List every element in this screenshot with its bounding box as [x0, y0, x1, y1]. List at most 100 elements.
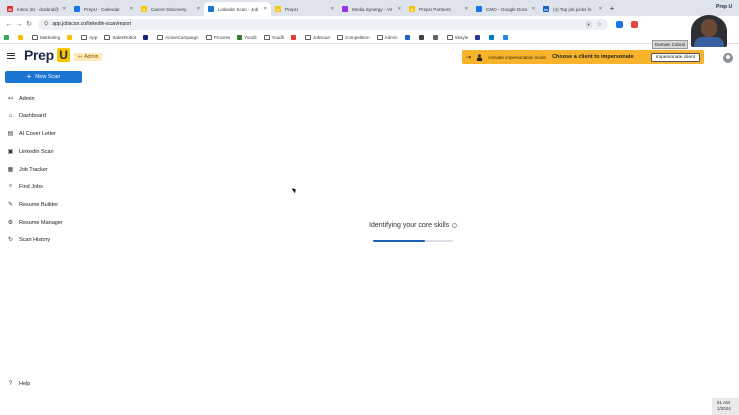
bookmark-label: Admin	[384, 35, 398, 40]
tab-close-icon[interactable]: ×	[63, 6, 66, 12]
bookmark-folder[interactable]: Yoodli	[263, 35, 284, 40]
bookmark-item[interactable]	[489, 35, 496, 40]
bookmark-item[interactable]	[404, 35, 412, 40]
bookmark-label: SalesRobot	[112, 35, 137, 40]
sidebar-item-ai-cover-letter[interactable]: ▤ AI Cover Letter	[7, 129, 56, 138]
overlay-brand: Prep U	[716, 4, 733, 10]
bookmark-label: Yoodli	[271, 35, 284, 40]
browser-tab[interactable]: in (4) Top job picks fo ×	[539, 2, 606, 16]
bookmark-label: Competition	[345, 35, 370, 40]
browser-tab[interactable]: Media Synergy - Vir ×	[338, 2, 405, 16]
impersonation-banner: ⇥ Activate impersonation mode Choose a c…	[462, 50, 704, 64]
user-avatar-icon[interactable]	[723, 53, 733, 63]
document-icon: ▤	[7, 131, 14, 137]
address-bar[interactable]: ⛭ app.jobscan.co/linkedin-scan/report ⦿ …	[38, 18, 608, 30]
bookmark-folder[interactable]: SalesRobot	[104, 35, 136, 40]
bookmark-folder[interactable]: Competition	[337, 35, 370, 40]
bookmark-folder[interactable]: Process	[205, 35, 230, 40]
prepu-logo[interactable]: Prep U	[24, 47, 70, 63]
bookmark-folder[interactable]: Marketing	[32, 35, 60, 40]
new-tab-button[interactable]: +	[606, 4, 618, 13]
bookmark-item[interactable]	[432, 35, 440, 40]
tab-favicon-icon	[208, 6, 214, 12]
browser-tab[interactable]: U PrepU Partners ×	[405, 2, 472, 16]
home-icon: ⌂	[8, 112, 13, 119]
reload-icon[interactable]: ↻	[24, 20, 34, 28]
bookmark-folder[interactable]: Admin	[376, 35, 398, 40]
sidebar-item-resume-manager[interactable]: ⚙ Resume Manager	[7, 218, 63, 227]
bookmark-item[interactable]	[475, 35, 482, 40]
forward-icon[interactable]: →	[14, 21, 24, 28]
new-scan-button[interactable]: + New Scan	[5, 71, 82, 83]
pencil-icon: ✎	[7, 202, 14, 208]
tab-close-icon[interactable]: ×	[599, 6, 602, 12]
search-icon: ⌕	[8, 183, 13, 189]
sidebar-item-label: AI Cover Letter	[19, 130, 56, 137]
site-info-icon[interactable]: ⛭	[44, 21, 48, 28]
tab-favicon-icon	[74, 6, 80, 12]
sidebar-item-find-jobs[interactable]: ⌕ Find Jobs	[7, 182, 43, 191]
bookmark-folder[interactable]: Skayle	[446, 35, 469, 40]
menu-icon[interactable]	[7, 53, 15, 59]
extension-icon[interactable]	[631, 20, 638, 28]
folder-icon	[304, 35, 311, 40]
sidebar-item-resume-builder[interactable]: ✎ Resume Builder	[7, 200, 58, 209]
browser-tab[interactable]: CMO - Google Docs ×	[472, 2, 539, 16]
bookmark-item[interactable]	[4, 35, 11, 40]
browser-tab[interactable]: U PrepU ×	[271, 2, 338, 16]
tab-close-icon[interactable]: ×	[130, 6, 133, 12]
tab-close-icon[interactable]: ×	[532, 6, 535, 12]
bookmark-folder[interactable]: App	[81, 35, 97, 40]
back-icon[interactable]: ←	[4, 21, 14, 28]
extension-icon[interactable]	[616, 20, 623, 28]
sidebar-item-scan-history[interactable]: ↻ Scan History	[7, 235, 50, 244]
help-link[interactable]: ? Help	[7, 379, 30, 388]
folder-icon	[104, 35, 111, 40]
bookmark-item[interactable]	[290, 35, 298, 40]
browser-tab[interactable]: M Inbox (8) - dcabral@ ×	[3, 2, 70, 16]
tab-label: CMO - Google Docs	[486, 6, 528, 12]
sidebar-item-dashboard[interactable]: ⌂ Dashboard	[7, 111, 46, 120]
admin-arrow-icon: ↤	[78, 54, 83, 60]
browser-tab-strip: M Inbox (8) - dcabral@ × PrepU - Calendar × U…	[0, 0, 739, 16]
tab-close-icon[interactable]: ×	[331, 6, 334, 12]
folder-icon	[32, 35, 38, 40]
sidebar-item-admin[interactable]: ↤ Admin	[7, 94, 35, 103]
bookmark-favicon-icon	[18, 35, 23, 40]
bookmark-favicon-icon	[503, 35, 509, 40]
bookmark-label: Skayle	[454, 35, 469, 40]
tab-favicon-icon	[342, 6, 348, 12]
bookmark-item[interactable]	[418, 35, 426, 40]
browser-tab[interactable]: Linkedin Scan - Job ×	[204, 2, 271, 16]
location-icon[interactable]: ⦿	[586, 20, 592, 29]
browser-tab[interactable]: PrepU - Calendar ×	[70, 2, 137, 16]
linkedin-icon: ▣	[7, 149, 14, 155]
bookmark-label: ActiveCampaign	[165, 35, 199, 40]
help-label: Help	[19, 380, 31, 387]
folder-icon	[81, 35, 88, 40]
bookmark-item[interactable]	[503, 35, 510, 40]
sidebar-item-linkedin-scan[interactable]: ▣ Linkedin Scan	[7, 147, 54, 156]
tab-label: PrepU	[285, 6, 299, 12]
sidebar-item-job-tracker[interactable]: ▦ Job Tracker	[7, 165, 48, 174]
tab-close-icon[interactable]: ×	[197, 6, 200, 12]
impersonate-client-button[interactable]: Impersonate client	[650, 52, 700, 62]
tab-close-icon[interactable]: ×	[264, 6, 267, 12]
bookmark-item[interactable]	[143, 35, 150, 40]
gear-icon: ⚙	[7, 220, 14, 226]
browser-toolbar: ← → ↻ ⛭ app.jobscan.co/linkedin-scan/rep…	[0, 16, 739, 32]
browser-tab[interactable]: U Career Discovery ×	[137, 2, 204, 16]
folder-icon	[157, 35, 164, 40]
tab-close-icon[interactable]: ×	[398, 6, 401, 12]
bookmark-folder[interactable]: Jobscan	[304, 35, 330, 40]
bookmark-item[interactable]	[67, 35, 74, 40]
bookmark-item[interactable]	[18, 35, 25, 40]
bookmark-folder[interactable]: ActiveCampaign	[157, 35, 199, 40]
bookmark-item[interactable]: Yoodli	[237, 35, 257, 40]
sidebar-item-label: Resume Builder	[19, 201, 59, 208]
sidebar-item-label: Admin	[19, 95, 35, 102]
tab-label: Media Synergy - Vir	[352, 6, 393, 12]
bookmark-star-icon[interactable]: ☆	[597, 21, 602, 28]
tab-close-icon[interactable]: ×	[465, 6, 468, 12]
webcam-overlay	[691, 15, 727, 47]
